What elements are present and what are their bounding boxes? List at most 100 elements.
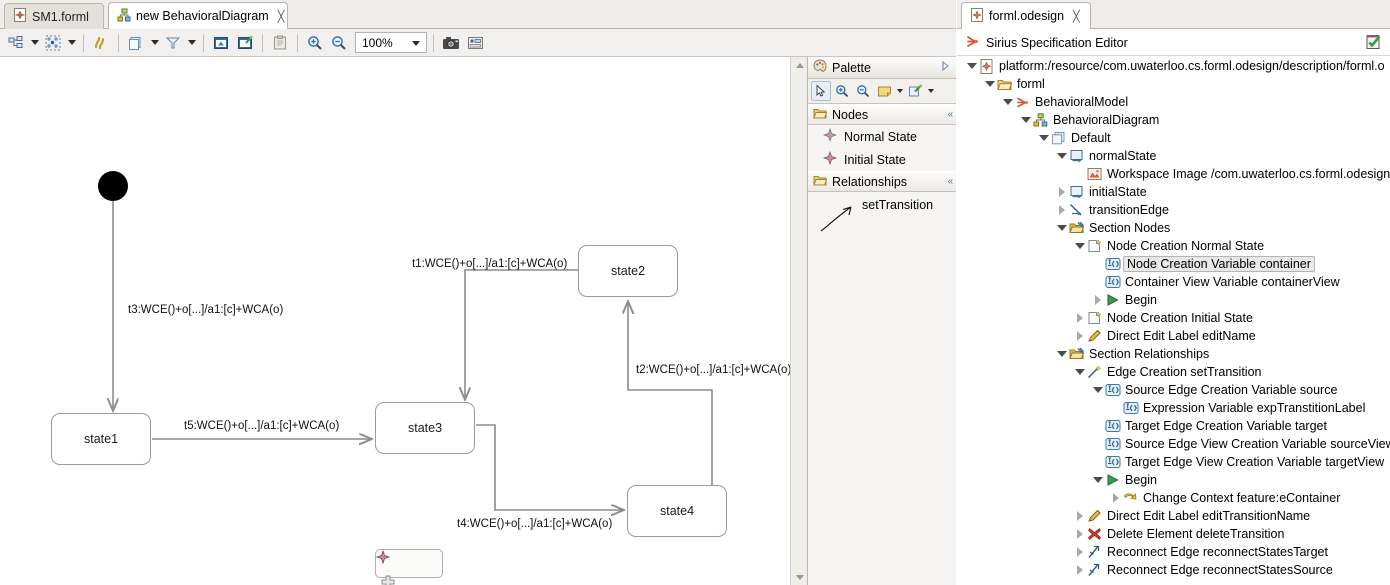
- tree-expand-arrow-closed-icon[interactable]: [1055, 201, 1068, 219]
- tree-item[interactable]: Begin: [957, 291, 1390, 309]
- tree-item[interactable]: normalState: [957, 147, 1390, 165]
- tree-expand-arrow-open-icon[interactable]: [1055, 147, 1068, 165]
- tree-expand-arrow-open-icon[interactable]: [1073, 237, 1086, 255]
- zoom-in-icon[interactable]: [832, 81, 852, 101]
- tree-item[interactable]: Edge Creation setTransition: [957, 363, 1390, 381]
- tree-item[interactable]: Change Context feature:eContainer: [957, 489, 1390, 507]
- section-collapse-icon[interactable]: «: [947, 109, 952, 120]
- layers-dropdown-arrow[interactable]: [186, 32, 197, 54]
- select-elements-icon[interactable]: [42, 32, 64, 54]
- filters-icon[interactable]: [125, 32, 147, 54]
- edge-label-t2[interactable]: t2:WCE()+o[...]/a1:[c]+WCA(o): [636, 364, 791, 376]
- pin-icon[interactable]: [210, 32, 232, 54]
- tree-item[interactable]: transitionEdge: [957, 201, 1390, 219]
- tree-expand-arrow-closed-icon[interactable]: [1073, 507, 1086, 525]
- palette-tool-initial-state[interactable]: Initial State: [808, 148, 956, 171]
- tree-item[interactable]: Reconnect Edge reconnectStatesSource: [957, 561, 1390, 579]
- tree-expand-arrow-closed-icon[interactable]: [1073, 543, 1086, 561]
- palette-collapse-arrow[interactable]: [939, 60, 951, 75]
- tree-expand-arrow-open-icon[interactable]: [983, 75, 996, 93]
- close-icon[interactable]: ╳: [278, 10, 285, 23]
- image-layout-icon[interactable]: [464, 32, 486, 54]
- state-node-state1[interactable]: state1: [51, 413, 151, 465]
- unpin-icon[interactable]: [234, 32, 256, 54]
- note-dropdown-arrow[interactable]: [895, 81, 904, 101]
- tree-item[interactable]: Node Creation Variable container: [957, 255, 1390, 273]
- tree-expand-arrow-open-icon[interactable]: [1091, 381, 1104, 399]
- zoom-out-icon[interactable]: [853, 81, 873, 101]
- paste-icon[interactable]: [269, 32, 291, 54]
- tree-item[interactable]: Section Nodes: [957, 219, 1390, 237]
- tree-expand-arrow-open-icon[interactable]: [1001, 93, 1014, 111]
- tree-item[interactable]: Reconnect Edge reconnectStatesTarget: [957, 543, 1390, 561]
- floating-mini-palette[interactable]: [375, 549, 443, 578]
- tree-expand-arrow-closed-icon[interactable]: [1055, 183, 1068, 201]
- tree-expand-arrow-closed-icon[interactable]: [1091, 291, 1104, 309]
- palette-section-nodes[interactable]: Nodes «: [808, 104, 956, 125]
- zoom-out-icon[interactable]: [328, 32, 350, 54]
- tree-expand-arrow-closed-icon[interactable]: [1073, 525, 1086, 543]
- tree-item[interactable]: Delete Element deleteTransition: [957, 525, 1390, 543]
- layers-icon[interactable]: [162, 32, 184, 54]
- tree-item[interactable]: Source Edge Creation Variable source: [957, 381, 1390, 399]
- route-icon[interactable]: [90, 32, 112, 54]
- scroll-up-arrow-icon[interactable]: [791, 57, 807, 73]
- diagram-canvas[interactable]: state1 state2 state3 state4 t3:WCE()+o[.…: [0, 57, 807, 585]
- attachment-dropdown-arrow[interactable]: [926, 81, 935, 101]
- zoom-in-icon[interactable]: [304, 32, 326, 54]
- palette-tool-set-transition[interactable]: setTransition: [808, 192, 956, 238]
- tree-item[interactable]: initialState: [957, 183, 1390, 201]
- filters-dropdown-arrow[interactable]: [149, 32, 160, 54]
- specification-tree[interactable]: platform:/resource/com.uwaterloo.cs.form…: [957, 57, 1390, 585]
- select-dropdown-arrow[interactable]: [66, 32, 77, 54]
- tree-expand-arrow-open-icon[interactable]: [1073, 363, 1086, 381]
- chevron-down-icon[interactable]: [412, 41, 420, 46]
- tree-expand-arrow-open-icon[interactable]: [1019, 111, 1032, 129]
- initial-state-node[interactable]: [98, 171, 128, 201]
- note-attachment-icon[interactable]: [905, 81, 925, 101]
- tree-item[interactable]: Begin: [957, 471, 1390, 489]
- zoom-level-combo[interactable]: 100%: [355, 32, 427, 53]
- tree-expand-arrow-open-icon[interactable]: [1091, 471, 1104, 489]
- arrange-dropdown-arrow[interactable]: [29, 32, 40, 54]
- tree-item[interactable]: Expression Variable expTranstitionLabel: [957, 399, 1390, 417]
- state-node-state3[interactable]: state3: [375, 402, 475, 454]
- tab-sm1-forml[interactable]: SM1.forml: [4, 3, 104, 29]
- tree-expand-arrow-open-icon[interactable]: [1037, 129, 1050, 147]
- tab-new-behavioraldiagram[interactable]: new BehavioralDiagram ╳: [108, 2, 288, 29]
- edge-label-t3[interactable]: t3:WCE()+o[...]/a1:[c]+WCA(o): [128, 304, 283, 316]
- tab-forml-odesign[interactable]: forml.odesign ╳: [961, 2, 1091, 29]
- state-node-state4[interactable]: state4: [627, 485, 727, 537]
- close-icon[interactable]: ╳: [1073, 10, 1080, 23]
- tree-item[interactable]: Direct Edit Label editTransitionName: [957, 507, 1390, 525]
- edge-label-t5[interactable]: t5:WCE()+o[...]/a1:[c]+WCA(o): [184, 420, 339, 432]
- arrange-all-icon[interactable]: [5, 32, 27, 54]
- tree-item[interactable]: Target Edge View Creation Variable targe…: [957, 453, 1390, 471]
- palette-section-relationships[interactable]: Relationships «: [808, 171, 956, 192]
- palette-header[interactable]: Palette: [808, 57, 956, 79]
- tree-item[interactable]: Container View Variable containerView: [957, 273, 1390, 291]
- tree-item[interactable]: BehavioralDiagram: [957, 111, 1390, 129]
- tree-item[interactable]: platform:/resource/com.uwaterloo.cs.form…: [957, 57, 1390, 75]
- tree-item[interactable]: Section Relationships: [957, 345, 1390, 363]
- edge-label-t1[interactable]: t1:WCE()+o[...]/a1:[c]+WCA(o): [412, 258, 567, 270]
- snapshot-camera-icon[interactable]: [440, 32, 462, 54]
- tree-item[interactable]: Target Edge Creation Variable target: [957, 417, 1390, 435]
- state-node-state2[interactable]: state2: [578, 245, 678, 297]
- tree-expand-arrow-open-icon[interactable]: [1055, 219, 1068, 237]
- canvas-vertical-scrollbar[interactable]: [790, 57, 807, 585]
- validate-checkmark-icon[interactable]: [1365, 33, 1382, 53]
- edge-label-t4[interactable]: t4:WCE()+o[...]/a1:[c]+WCA(o): [457, 518, 612, 530]
- tree-item[interactable]: Default: [957, 129, 1390, 147]
- section-collapse-icon[interactable]: «: [947, 176, 952, 187]
- tree-expand-arrow-closed-icon[interactable]: [1073, 327, 1086, 345]
- tree-expand-arrow-closed-icon[interactable]: [1073, 561, 1086, 579]
- tree-item[interactable]: forml: [957, 75, 1390, 93]
- tree-item[interactable]: BehavioralModel: [957, 93, 1390, 111]
- tree-item[interactable]: Workspace Image /com.uwaterloo.cs.forml.…: [957, 165, 1390, 183]
- tree-expand-arrow-closed-icon[interactable]: [1073, 309, 1086, 327]
- tree-item[interactable]: Node Creation Normal State: [957, 237, 1390, 255]
- tree-expand-arrow-open-icon[interactable]: [1055, 345, 1068, 363]
- tree-expand-arrow-open-icon[interactable]: [965, 57, 978, 75]
- tree-item[interactable]: Node Creation Initial State: [957, 309, 1390, 327]
